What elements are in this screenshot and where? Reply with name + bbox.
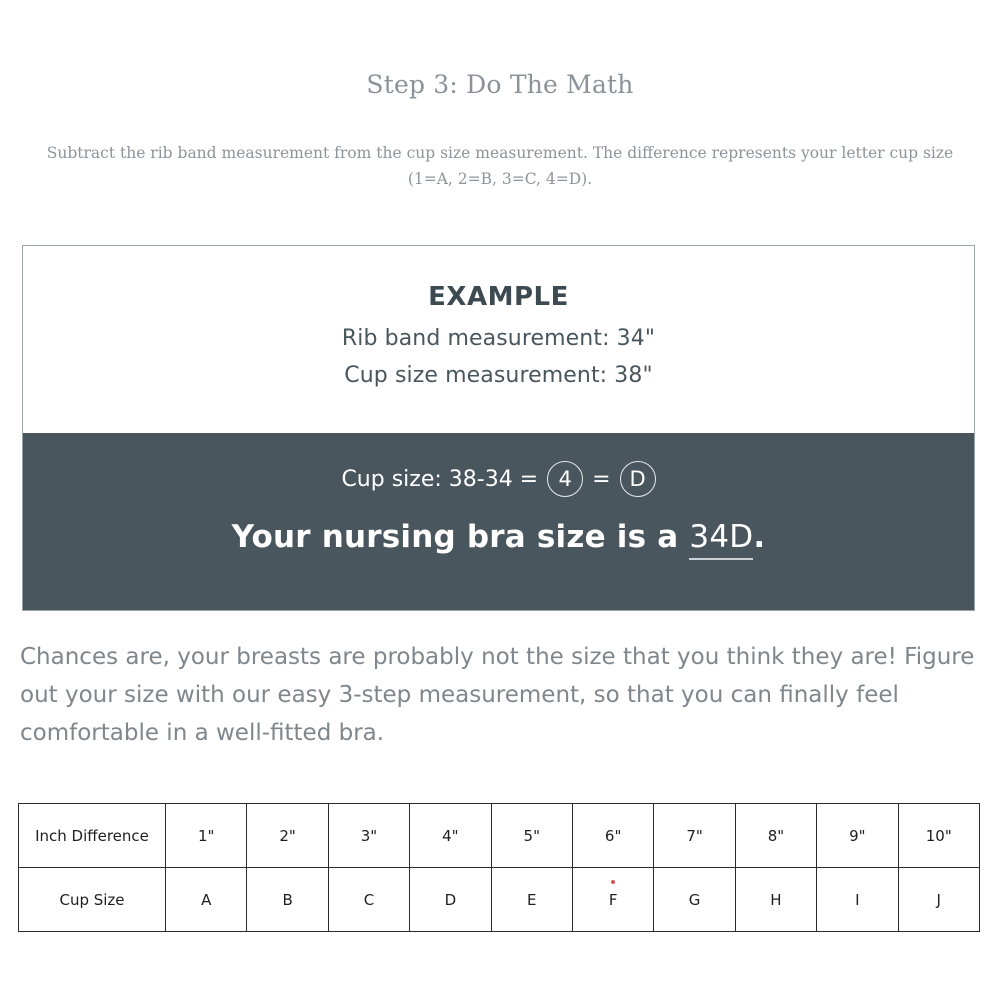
table-cell-cup-f-label: F bbox=[608, 890, 618, 909]
table-cell-inch-10: 10" bbox=[897, 803, 981, 868]
table-cell-inch-7: 7" bbox=[653, 803, 736, 868]
red-speck-marker bbox=[611, 880, 616, 884]
table-cell-cup-d: D bbox=[409, 867, 492, 932]
table-cell-cup-j: J bbox=[897, 867, 981, 932]
intro-line-1: Subtract the rib band measurement from t… bbox=[46, 144, 954, 162]
page-title: Step 3: Do The Math bbox=[366, 70, 634, 99]
table-rowlabel-cup-size: Cup Size bbox=[18, 867, 166, 932]
example-card: EXAMPLE Rib band measurement: 34" Cup si… bbox=[22, 245, 975, 611]
table-cell-cup-h: H bbox=[734, 867, 818, 932]
rib-band-measurement-line: Rib band measurement: 34" bbox=[341, 326, 656, 351]
example-card-dark-section: Cup size: 38-34 = 4 = D Your nursing bra… bbox=[23, 433, 974, 610]
table-row-cup-size: Cup Size A B C D E F G H I J bbox=[18, 867, 981, 932]
table-cell-cup-i: I bbox=[816, 867, 899, 932]
table-cell-inch-5: 5" bbox=[490, 803, 573, 868]
table-cell-inch-2: 2" bbox=[246, 803, 329, 868]
result-bra-size: 34D bbox=[689, 519, 754, 560]
result-statement: Your nursing bra size is a 34D. bbox=[23, 519, 974, 560]
result-suffix: . bbox=[753, 519, 766, 555]
table-row-inch-difference: Inch Difference 1" 2" 3" 4" 5" 6" 7" 8" … bbox=[18, 803, 981, 868]
calculation-equals: = bbox=[592, 466, 611, 492]
table-cell-cup-c: C bbox=[327, 867, 411, 932]
table-cell-cup-g: G bbox=[653, 867, 736, 932]
cup-size-table: Inch Difference 1" 2" 3" 4" 5" 6" 7" 8" … bbox=[18, 803, 981, 932]
table-cell-inch-3: 3" bbox=[327, 803, 411, 868]
cup-size-measurement-line: Cup size measurement: 38" bbox=[344, 363, 653, 388]
table-cell-inch-9: 9" bbox=[816, 803, 899, 868]
table-cell-cup-b: B bbox=[246, 867, 329, 932]
circled-number-token: 4 bbox=[547, 461, 584, 497]
circled-letter-token: D bbox=[619, 461, 656, 497]
example-heading: EXAMPLE bbox=[428, 282, 569, 312]
example-card-light-section: EXAMPLE Rib band measurement: 34" Cup si… bbox=[23, 246, 974, 433]
cup-size-calculation: Cup size: 38-34 = 4 = D bbox=[23, 461, 974, 497]
body-paragraph: Chances are, your breasts are probably n… bbox=[20, 644, 975, 746]
table-cell-inch-8: 8" bbox=[734, 803, 818, 868]
result-prefix: Your nursing bra size is a bbox=[231, 519, 679, 555]
calculation-prefix: Cup size: 38-34 = bbox=[341, 466, 539, 492]
table-cell-cup-a: A bbox=[164, 867, 248, 932]
table-cell-inch-1: 1" bbox=[164, 803, 248, 868]
table-cell-cup-f: F bbox=[571, 867, 655, 932]
table-rowlabel-inch-difference: Inch Difference bbox=[18, 803, 166, 868]
intro-paragraph: Subtract the rib band measurement from t… bbox=[22, 140, 978, 192]
intro-line-2: (1=A, 2=B, 3=C, 4=D). bbox=[407, 170, 593, 188]
table-cell-inch-6: 6" bbox=[571, 803, 655, 868]
table-cell-inch-4: 4" bbox=[409, 803, 492, 868]
table-cell-cup-e: E bbox=[490, 867, 573, 932]
